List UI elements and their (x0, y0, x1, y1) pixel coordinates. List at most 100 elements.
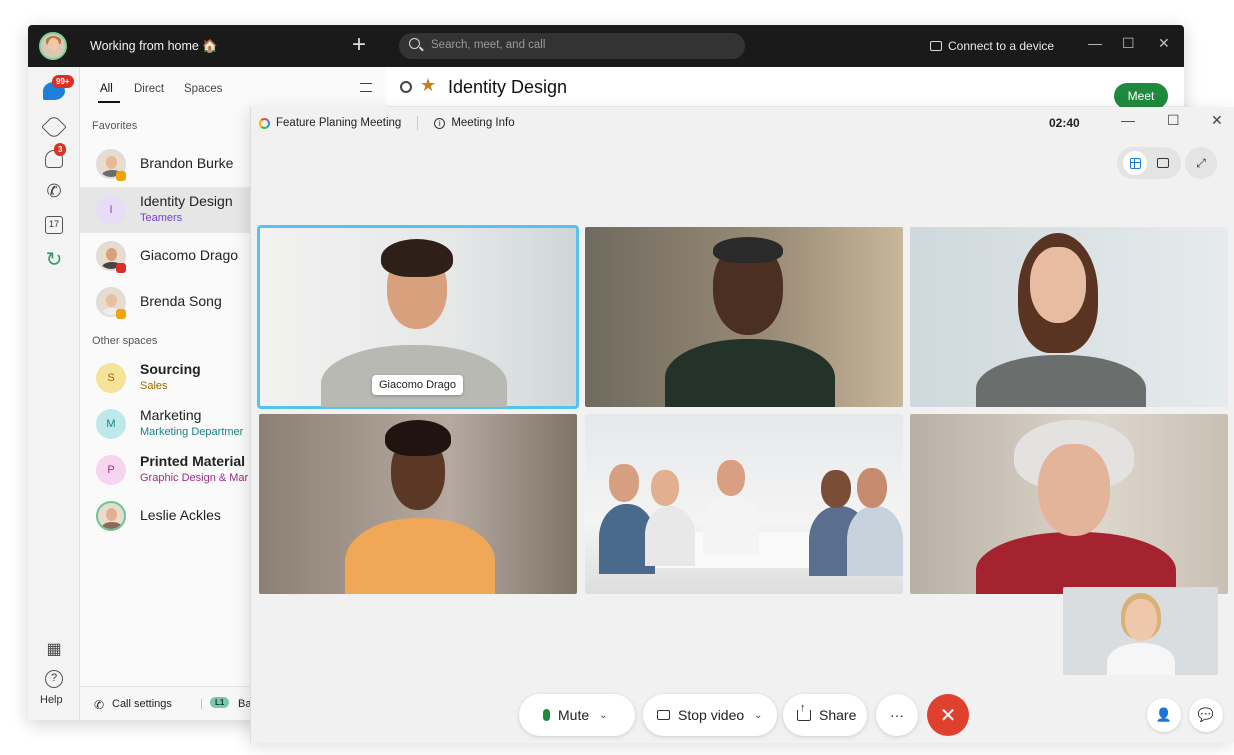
meeting-minimize-button[interactable]: — (1121, 112, 1135, 128)
minimize-button[interactable]: — (1088, 35, 1102, 51)
meetings-nav[interactable]: 17 (42, 213, 66, 237)
other-spaces-label: Other spaces (92, 335, 158, 347)
self-view-video[interactable] (1063, 587, 1218, 675)
calling-nav[interactable]: ✆ (42, 179, 66, 203)
tab-direct[interactable]: Direct (134, 83, 164, 95)
filter-tabs: All Direct Spaces (80, 67, 386, 105)
info-icon[interactable]: i (434, 117, 446, 129)
calendar-icon: 17 (45, 216, 63, 234)
video-tile[interactable] (259, 414, 577, 594)
contacts-nav[interactable]: 3 (42, 143, 67, 171)
stop-video-label: Stop video (678, 707, 745, 723)
video-tile-active[interactable]: Giacomo Drago (257, 225, 579, 409)
space-name: Marketing (140, 407, 202, 423)
teams-nav[interactable] (41, 114, 67, 140)
title-bar: Working from home 🏠 + Search, meet, and … (28, 25, 1184, 67)
participant-video (585, 227, 903, 407)
user-avatar[interactable] (39, 32, 67, 60)
meeting-title: Feature Planing Meeting (276, 117, 402, 129)
fullscreen-button[interactable]: ⤢ (1185, 147, 1217, 179)
line-badge: L1 (210, 697, 230, 708)
meeting-close-button[interactable]: ✕ (1211, 112, 1223, 129)
tab-spaces[interactable]: Spaces (184, 83, 222, 95)
teams-icon (41, 114, 67, 140)
space-team: Graphic Design & Mar (140, 472, 249, 484)
speaker-name-tag: Giacomo Drago (372, 375, 464, 395)
video-tile[interactable] (910, 414, 1228, 594)
space-team: Teamers (140, 212, 183, 224)
help-label: Help (40, 694, 63, 706)
status-message[interactable]: Working from home 🏠 (90, 39, 218, 54)
meeting-info-button[interactable]: Meeting Info (451, 117, 514, 129)
contacts-badge: 3 (54, 143, 67, 156)
star-icon[interactable]: ★ (420, 75, 436, 96)
chat-button[interactable]: 💬 (1189, 698, 1223, 732)
space-avatar: S (96, 363, 126, 393)
close-button[interactable]: ✕ (1158, 35, 1170, 52)
meeting-title-bar: Feature Planing Meeting i Meeting Info (259, 116, 515, 130)
connect-label: Connect to a device (948, 39, 1055, 53)
tab-all[interactable]: All (100, 83, 113, 95)
filter-icon[interactable] (360, 83, 372, 92)
meet-button[interactable]: Meet (1114, 83, 1168, 109)
participant-video (259, 414, 577, 594)
contact-name: Leslie Ackles (140, 507, 221, 523)
space-team: Sales (140, 380, 168, 392)
apps-nav[interactable]: ▦ (42, 637, 66, 661)
chat-bubble-icon: 💬 (1197, 707, 1215, 722)
house-icon: 🏠 (202, 39, 218, 53)
space-header: ★ Identity Design Meet (386, 67, 1184, 109)
meeting-maximize-button[interactable]: ☐ (1167, 112, 1180, 129)
stage-view-icon[interactable] (1157, 158, 1169, 168)
sync-nav[interactable]: ↻ (42, 247, 66, 271)
video-tile[interactable] (585, 227, 903, 407)
layout-toggle (1117, 147, 1181, 179)
contact-name: Brandon Burke (140, 155, 234, 171)
presence-icon (116, 309, 126, 319)
meeting-window: Feature Planing Meeting i Meeting Info 0… (250, 107, 1234, 743)
gear-icon[interactable] (400, 81, 412, 93)
more-options-button[interactable]: ··· (876, 694, 918, 736)
participant-video (585, 414, 903, 594)
video-tile[interactable] (585, 414, 903, 594)
maximize-button[interactable]: ☐ (1122, 35, 1135, 52)
search-icon (409, 38, 420, 49)
search-input[interactable]: Search, meet, and call (399, 33, 745, 59)
participant-video (910, 227, 1228, 407)
help-nav[interactable]: ? (42, 667, 66, 691)
space-name: Sourcing (140, 361, 201, 377)
stop-video-button[interactable]: Stop video ⌄ (643, 694, 777, 736)
cast-icon (930, 41, 942, 51)
mute-label: Mute (558, 707, 590, 723)
call-settings-icon[interactable]: ✆ (94, 698, 104, 712)
mute-button[interactable]: Mute ⌄ (519, 694, 635, 736)
contact-name: Giacomo Drago (140, 247, 239, 263)
chevron-down-icon[interactable]: ⌄ (599, 710, 607, 721)
call-settings-button[interactable]: Call settings (112, 698, 172, 710)
share-button[interactable]: Share (783, 694, 867, 736)
messaging-nav[interactable]: 99+ (42, 75, 74, 103)
connect-device-button[interactable]: Connect to a device (930, 37, 1054, 55)
apps-grid-icon: ▦ (46, 641, 62, 658)
active-tab-indicator (98, 101, 120, 103)
new-button[interactable]: + (352, 32, 366, 58)
end-call-button[interactable]: ✕ (927, 694, 969, 736)
space-name: Printed Material (140, 453, 246, 469)
divider (417, 116, 419, 130)
presence-icon (116, 263, 126, 273)
nav-rail: 99+ 3 ✆ 17 ↻ ▦ ? Help (28, 67, 80, 720)
camera-icon (657, 710, 670, 720)
status-text: Working from home (90, 39, 199, 53)
share-label: Share (819, 707, 857, 723)
favorites-label: Favorites (92, 120, 138, 132)
phone-icon: ✆ (46, 180, 62, 201)
space-name: Identity Design (140, 193, 233, 209)
video-tile[interactable] (910, 227, 1228, 407)
space-title: Identity Design (448, 77, 568, 97)
chevron-down-icon[interactable]: ⌄ (754, 710, 762, 721)
grid-view-button[interactable] (1123, 151, 1147, 175)
space-avatar: M (96, 409, 126, 439)
participants-button[interactable]: 👤 (1147, 698, 1181, 732)
search-placeholder: Search, meet, and call (431, 39, 546, 51)
participant-video (910, 414, 1228, 594)
